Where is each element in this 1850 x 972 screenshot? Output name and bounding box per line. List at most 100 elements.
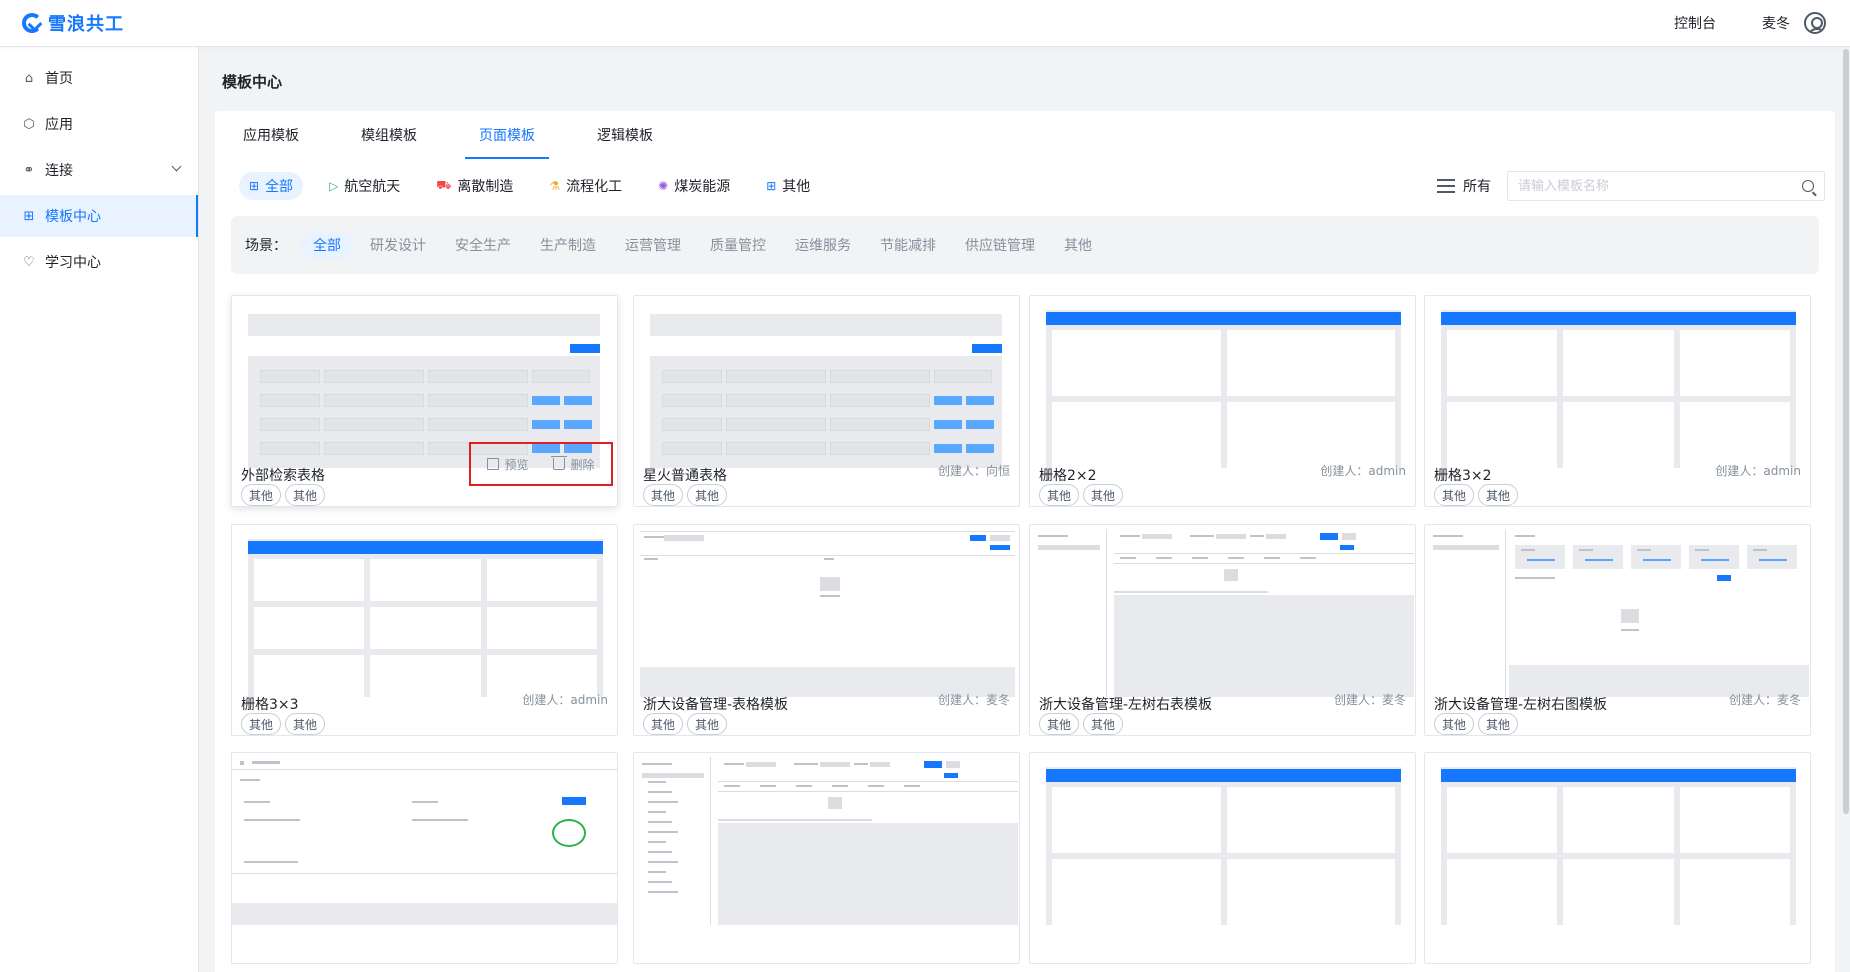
- chevron-down-icon[interactable]: [171, 161, 182, 172]
- template-card[interactable]: [231, 752, 618, 964]
- grid-cell: [254, 607, 365, 649]
- template-thumbnail[interactable]: [232, 753, 617, 925]
- card-title: 栅格2×2: [1039, 468, 1097, 484]
- scene-manufacturing[interactable]: 生产制造: [528, 231, 608, 259]
- thumbnail-block: [648, 781, 666, 783]
- thumbnail-block: [990, 535, 1010, 541]
- template-thumbnail[interactable]: [634, 753, 1019, 925]
- scene-quality-control[interactable]: 质量管控: [698, 231, 778, 259]
- scope-selector[interactable]: 所有: [1437, 176, 1491, 196]
- thumbnail-block: [970, 535, 986, 541]
- tag-badge: 其他: [285, 484, 326, 506]
- template-card[interactable]: 栅格3×2 创建人：admin 其他 其他: [1424, 295, 1811, 507]
- template-thumbnail[interactable]: [1425, 525, 1810, 697]
- console-link[interactable]: 控制台: [1674, 13, 1716, 33]
- template-thumbnail[interactable]: [1030, 525, 1415, 697]
- card-footer: 浙大设备管理-左树右图模板 创建人：麦冬 其他 其他: [1425, 693, 1810, 735]
- user-name[interactable]: 麦冬: [1762, 13, 1790, 33]
- thumbnail-block: [1266, 534, 1286, 539]
- template-thumbnail[interactable]: [1030, 296, 1415, 468]
- scene-rd-design[interactable]: 研发设计: [358, 231, 438, 259]
- page-scrollbar[interactable]: [1842, 47, 1850, 972]
- thumbnail-block: [648, 811, 666, 813]
- user-avatar-icon[interactable]: [1804, 12, 1826, 34]
- thumbnail-block: [232, 903, 617, 925]
- industry-process-chemical[interactable]: ⚗ 流程化工: [539, 172, 632, 200]
- table-cell: [830, 370, 930, 383]
- sidebar-item-apps[interactable]: ⬡ 应用: [0, 103, 198, 145]
- sidebar-item-home[interactable]: ⌂ 首页: [0, 57, 198, 99]
- sidebar-item-learning-center[interactable]: ♡ 学习中心: [0, 241, 198, 283]
- thumbnail-block: [1433, 535, 1463, 537]
- card-footer: 栅格3×3 创建人：admin 其他 其他: [232, 693, 617, 735]
- template-panel: 应用模板 模组模板 页面模板 逻辑模板 ⊞ 全部 ▷ 航空航天 ⛟ 离散制造 ⚗…: [215, 111, 1835, 972]
- template-thumbnail[interactable]: [634, 525, 1019, 697]
- template-thumbnail[interactable]: [232, 525, 617, 697]
- template-thumbnail[interactable]: [1425, 753, 1810, 925]
- table-action: [966, 420, 994, 429]
- template-thumbnail[interactable]: [1030, 753, 1415, 925]
- industry-all[interactable]: ⊞ 全部: [239, 172, 304, 200]
- template-card[interactable]: 浙大设备管理-左树右表模板 创建人：麦冬 其他 其他: [1029, 524, 1416, 736]
- thumbnail-block: [1114, 553, 1414, 554]
- card-creator: 创建人：admin: [522, 693, 608, 707]
- template-card[interactable]: 栅格3×3 创建人：admin 其他 其他: [231, 524, 618, 736]
- home-icon: ⌂: [24, 70, 34, 86]
- template-card[interactable]: 星火普通表格 创建人：向恒 其他 其他: [633, 295, 1020, 507]
- thumbnail-block: [1515, 535, 1535, 537]
- search-icon[interactable]: [1802, 180, 1814, 192]
- thumbnail-block: [824, 558, 834, 560]
- grid-icon: ⊞: [249, 179, 260, 193]
- thumbnail-block: [244, 801, 270, 803]
- industry-coal-energy[interactable]: ✺ 煤炭能源: [648, 172, 740, 200]
- thumbnail-block: [1320, 533, 1338, 540]
- table-cell: [830, 442, 930, 455]
- table-cell: [726, 418, 826, 431]
- thumbnail-block: [648, 851, 672, 853]
- template-card[interactable]: 浙大设备管理-表格模板 创建人：麦冬 其他 其他: [633, 524, 1020, 736]
- industry-other[interactable]: ⊞ 其他: [756, 172, 820, 200]
- table-cell: [662, 418, 722, 431]
- delete-button[interactable]: 删除: [551, 456, 595, 473]
- scene-safety-production[interactable]: 安全生产: [443, 231, 523, 259]
- template-card[interactable]: [1029, 752, 1416, 964]
- main-content: 模板中心 应用模板 模组模板 页面模板 逻辑模板 ⊞ 全部 ▷ 航空航天 ⛟ 离…: [199, 47, 1850, 972]
- scene-operations[interactable]: 运营管理: [613, 231, 693, 259]
- card-title: 星火普通表格: [643, 468, 727, 484]
- thumbnail-block: [1433, 545, 1499, 550]
- tag-badge: 其他: [1083, 713, 1124, 735]
- template-card[interactable]: [633, 752, 1020, 964]
- template-card[interactable]: 栅格2×2 创建人：admin 其他 其他: [1029, 295, 1416, 507]
- table-cell: [324, 370, 424, 383]
- template-thumbnail[interactable]: [634, 296, 1019, 468]
- sidebar-item-connect[interactable]: ⚭ 连接: [0, 149, 198, 191]
- header-bar: [248, 541, 603, 554]
- tab-module-templates[interactable]: 模组模板: [347, 111, 431, 159]
- grid-cell: [1052, 330, 1221, 396]
- search-input[interactable]: [1518, 178, 1802, 194]
- industry-aerospace[interactable]: ▷ 航空航天: [319, 172, 410, 200]
- scene-maintenance[interactable]: 运维服务: [783, 231, 863, 259]
- thumbnail-block: [648, 841, 666, 843]
- preview-button[interactable]: 预览: [487, 456, 529, 473]
- scene-energy-saving[interactable]: 节能减排: [868, 231, 948, 259]
- sidebar-item-template-center[interactable]: ⊞ 模板中心: [0, 195, 198, 237]
- scrollbar-thumb[interactable]: [1843, 49, 1849, 814]
- scene-other[interactable]: 其他: [1052, 231, 1104, 259]
- tab-app-templates[interactable]: 应用模板: [229, 111, 313, 159]
- thumbnail-block: [944, 773, 958, 778]
- table-cell: [662, 370, 722, 383]
- template-card[interactable]: 浙大设备管理-左树右图模板 创建人：麦冬 其他 其他: [1424, 524, 1811, 736]
- template-thumbnail[interactable]: [1425, 296, 1810, 468]
- thumbnail-block: [1505, 529, 1506, 697]
- tab-page-templates[interactable]: 页面模板: [465, 111, 549, 159]
- template-card[interactable]: 外部检索表格 预览 删除 其他 其他: [231, 295, 618, 507]
- template-card[interactable]: [1424, 752, 1811, 964]
- thumbnail-block: [648, 861, 678, 863]
- scene-supply-chain[interactable]: 供应链管理: [953, 231, 1047, 259]
- tab-logic-templates[interactable]: 逻辑模板: [583, 111, 667, 159]
- industry-discrete-manufacturing[interactable]: ⛟ 离散制造: [426, 172, 523, 200]
- scene-all[interactable]: 全部: [301, 231, 353, 259]
- thumbnail-block: [642, 773, 704, 778]
- app-logo[interactable]: 雪浪共工: [22, 10, 124, 36]
